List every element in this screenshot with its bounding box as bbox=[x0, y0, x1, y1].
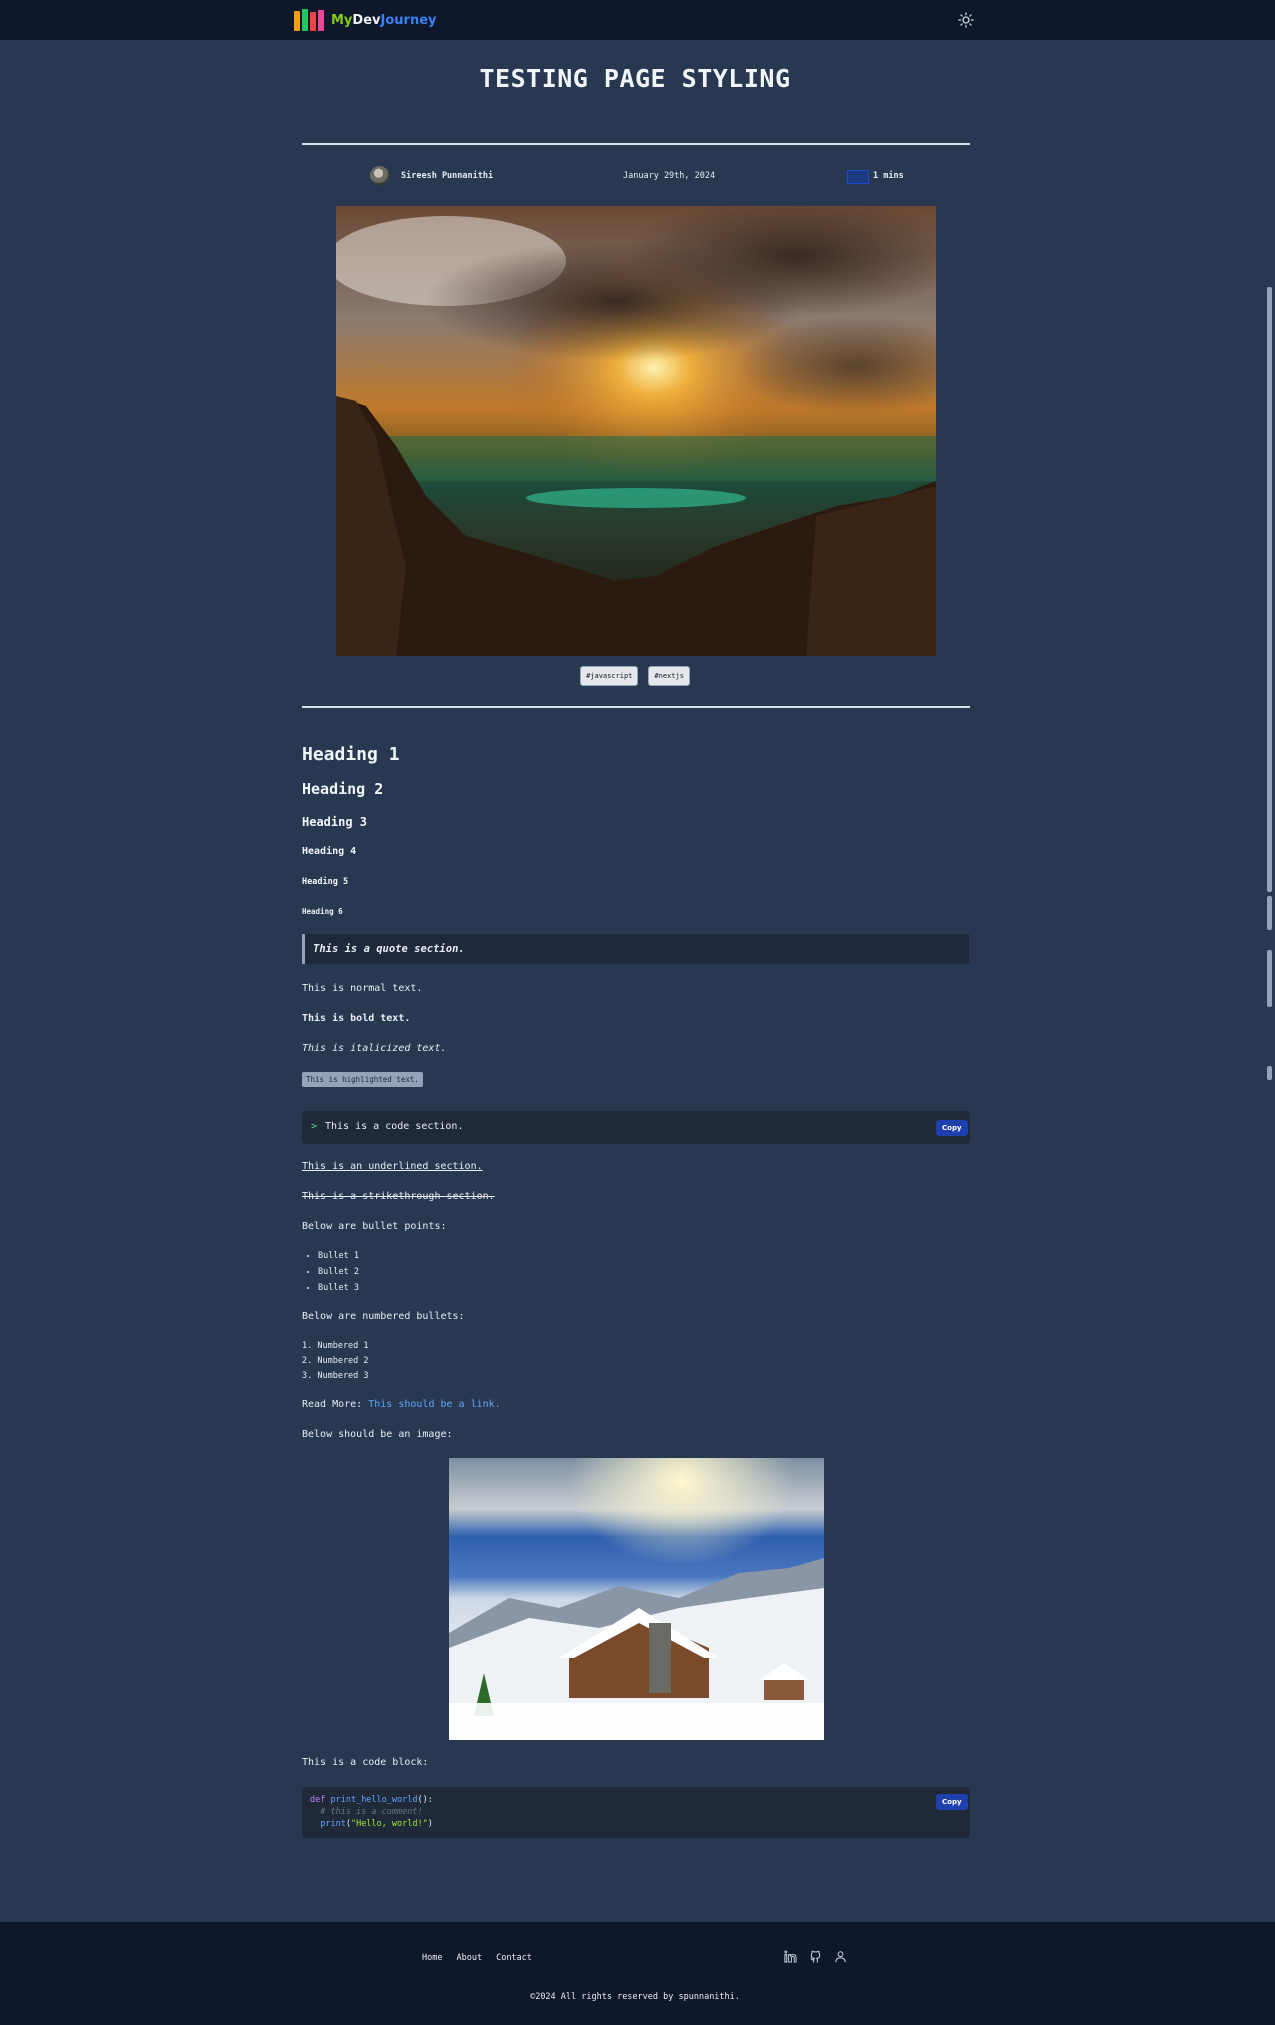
heading-2: Heading 2 bbox=[302, 780, 384, 798]
heading-5: Heading 5 bbox=[302, 877, 349, 887]
list-item: Bullet 1 bbox=[318, 1248, 359, 1264]
code-punct: (): bbox=[417, 1795, 433, 1805]
read-more: Read More: This should be a link. bbox=[302, 1399, 501, 1410]
code-line-2: # this is a comment! bbox=[310, 1807, 423, 1817]
tag-list: #javascript #nextjs bbox=[0, 666, 1270, 686]
highlighted-text: This is highlighted text. bbox=[302, 1072, 423, 1087]
heading-4: Heading 4 bbox=[302, 846, 357, 857]
code-block: def print_hello_world(): # this is a com… bbox=[302, 1787, 970, 1838]
footer-social bbox=[784, 1950, 847, 1963]
page-title: TESTING PAGE STYLING bbox=[479, 64, 791, 93]
heading-6: Heading 6 bbox=[302, 907, 343, 916]
copy-button[interactable]: Copy bbox=[936, 1794, 968, 1810]
github-icon[interactable] bbox=[809, 1950, 822, 1963]
tag-nextjs[interactable]: #nextjs bbox=[648, 666, 690, 686]
code-line-1: def print_hello_world(): bbox=[310, 1795, 433, 1805]
logo-text: MyDevJourney bbox=[331, 13, 437, 28]
sun-icon[interactable] bbox=[958, 12, 974, 28]
italic-text: This is italicized text. bbox=[302, 1043, 447, 1054]
footer-link-about[interactable]: About bbox=[456, 1953, 482, 1963]
normal-text: This is normal text. bbox=[302, 983, 423, 994]
footer-nav: Home About Contact bbox=[422, 1953, 532, 1963]
list-item: 3. Numbered 3 bbox=[302, 1371, 369, 1381]
code-punct: ) bbox=[427, 1819, 433, 1829]
code-function: print bbox=[310, 1819, 346, 1829]
footer: Home About Contact ©2024 All rights rese… bbox=[0, 1922, 1275, 2025]
heading-1: Heading 1 bbox=[302, 744, 400, 765]
code-string: "Hello, world!" bbox=[350, 1819, 428, 1829]
scrollbar-segment bbox=[1267, 1066, 1272, 1080]
content-image bbox=[449, 1458, 824, 1740]
divider-top bbox=[302, 143, 970, 145]
list-item: Bullet 2 bbox=[318, 1264, 359, 1280]
list-item: Bullet 3 bbox=[318, 1280, 359, 1296]
read-more-link[interactable]: This should be a link. bbox=[368, 1399, 500, 1410]
footer-link-home[interactable]: Home bbox=[422, 1953, 442, 1963]
post-date: January 29th, 2024 bbox=[623, 171, 716, 181]
image-intro: Below should be an image: bbox=[302, 1429, 453, 1440]
bullets-intro: Below are bullet points: bbox=[302, 1221, 447, 1232]
quote-text: This is a quote section. bbox=[313, 943, 465, 955]
tag-javascript[interactable]: #javascript bbox=[580, 666, 639, 686]
code-section: > This is a code section. Copy bbox=[302, 1111, 970, 1144]
scrollbar-thumb[interactable] bbox=[1267, 287, 1272, 892]
scrollbar-segment bbox=[1267, 950, 1272, 1007]
logo-text-dev: Dev bbox=[352, 12, 381, 28]
site-logo[interactable]: MyDevJourney bbox=[294, 9, 437, 31]
code-block-intro: This is a code block: bbox=[302, 1757, 429, 1768]
numbers-intro: Below are numbered bullets: bbox=[302, 1311, 465, 1322]
read-more-label: Read More: bbox=[302, 1399, 363, 1410]
read-time: 1 mins bbox=[873, 171, 904, 181]
footer-link-contact[interactable]: Contact bbox=[496, 1953, 532, 1963]
scrollbar-segment bbox=[1267, 896, 1272, 930]
author-name: Sireesh Punnanithi bbox=[401, 171, 494, 181]
code-function: print_hello_world bbox=[330, 1795, 418, 1805]
code-line-3: print("Hello, world!") bbox=[310, 1819, 433, 1829]
code-keyword: def bbox=[310, 1795, 326, 1805]
post-meta: Sireesh Punnanithi January 29th, 2024 1 … bbox=[302, 165, 970, 187]
code-section-text: This is a code section. bbox=[325, 1121, 464, 1132]
copy-button[interactable]: Copy bbox=[936, 1120, 968, 1136]
logo-text-journey: Journey bbox=[380, 12, 437, 28]
books-logo-icon bbox=[294, 9, 324, 31]
heading-3: Heading 3 bbox=[302, 815, 368, 829]
copyright: ©2024 All rights reserved by spunnanithi… bbox=[530, 1992, 740, 2002]
logo-text-my: My bbox=[331, 12, 353, 28]
bullet-list: Bullet 1 Bullet 2 Bullet 3 bbox=[302, 1248, 359, 1296]
linkedin-icon[interactable] bbox=[784, 1950, 797, 1963]
numbered-list: 1. Numbered 1 2. Numbered 2 3. Numbered … bbox=[302, 1339, 369, 1384]
code-prompt: > bbox=[311, 1121, 318, 1132]
user-icon[interactable] bbox=[834, 1950, 847, 1963]
top-navbar: MyDevJourney bbox=[0, 0, 1275, 40]
divider-bottom bbox=[302, 706, 970, 708]
read-time-icon bbox=[847, 170, 869, 184]
underlined-text: This is an underlined section. bbox=[302, 1161, 483, 1172]
avatar bbox=[370, 166, 389, 185]
list-item: 1. Numbered 1 bbox=[302, 1341, 369, 1351]
strikethrough-text: This is a strikethrough section. bbox=[302, 1191, 495, 1202]
hero-image bbox=[336, 206, 936, 656]
blockquote: This is a quote section. bbox=[302, 934, 969, 964]
bold-text: This is bold text. bbox=[302, 1013, 411, 1024]
list-item: 2. Numbered 2 bbox=[302, 1356, 369, 1366]
